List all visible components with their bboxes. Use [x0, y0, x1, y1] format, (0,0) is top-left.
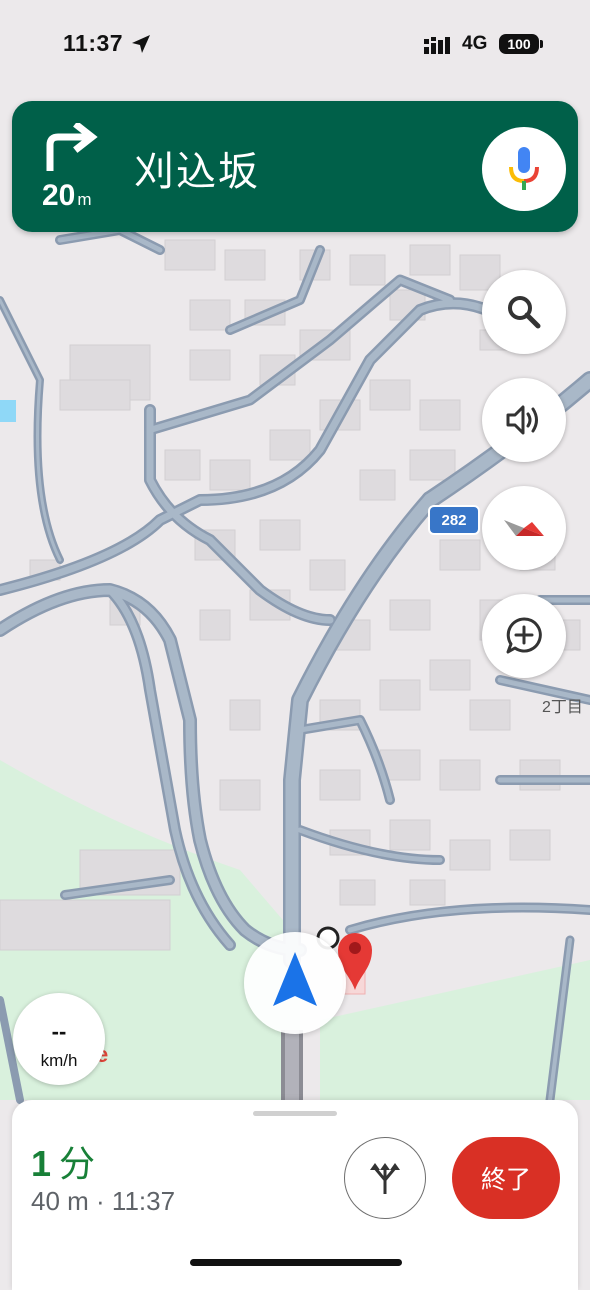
status-bar: 11:37 4G 100	[0, 0, 590, 88]
turn-right-arrow-icon	[46, 123, 98, 171]
turn-distance: 20 m	[42, 179, 92, 213]
network-type: 4G	[462, 33, 488, 54]
speed-unit: km/h	[40, 1051, 78, 1070]
battery-tip	[540, 40, 543, 48]
search-icon	[508, 296, 541, 329]
navigation-arrow-icon	[273, 952, 317, 1006]
eta-value: 1	[31, 1143, 52, 1184]
status-time: 11:37	[63, 30, 124, 56]
end-navigation-button[interactable]: 終了	[452, 1137, 560, 1219]
search-button[interactable]	[482, 270, 566, 354]
navigation-banner[interactable]: 20 m 刈込坂	[12, 101, 578, 232]
alternate-routes-button[interactable]	[344, 1137, 426, 1219]
eta: 1分	[31, 1135, 95, 1187]
alternate-routes-icon	[370, 1163, 400, 1194]
speedometer: -- km/h	[13, 993, 105, 1085]
current-location-puck[interactable]	[244, 932, 346, 1034]
report-incident-icon	[506, 617, 542, 654]
compass-button[interactable]	[482, 486, 566, 570]
compass-icon	[504, 520, 544, 536]
volume-button[interactable]	[482, 378, 566, 462]
trip-info: 40 m · 11:37	[31, 1186, 176, 1216]
speed-value: --	[51, 1019, 67, 1044]
sheet-handle[interactable]	[253, 1111, 337, 1116]
route-number-badge: 282	[428, 505, 480, 535]
volume-icon	[506, 405, 538, 435]
turn-distance-unit: m	[77, 190, 92, 209]
microphone-icon	[509, 147, 539, 190]
area-label: 2丁目	[542, 699, 583, 716]
signal-icon	[424, 37, 450, 54]
home-indicator[interactable]	[190, 1259, 402, 1266]
report-incident-button[interactable]	[482, 594, 566, 678]
battery-indicator: 100	[499, 34, 539, 54]
street-name: 刈込坂	[134, 150, 260, 194]
voice-search-button[interactable]	[482, 127, 566, 211]
turn-distance-value: 20	[42, 179, 76, 212]
location-arrow-icon	[132, 35, 150, 53]
eta-unit: 分	[59, 1143, 96, 1184]
